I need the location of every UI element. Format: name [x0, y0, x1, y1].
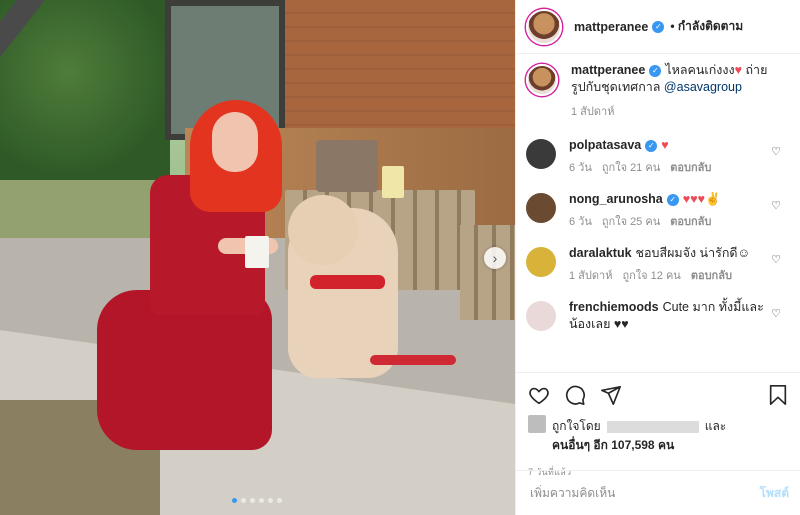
action-bar [528, 381, 789, 409]
comment-time[interactable]: 6 วัน [569, 162, 592, 174]
comment-username[interactable]: frenchiemoods [569, 300, 659, 314]
carousel-dot [259, 498, 264, 503]
heart-icon[interactable]: ♡ [771, 145, 781, 158]
avatar[interactable] [526, 8, 562, 45]
comment-likes[interactable]: ถูกใจ 12 คน [622, 270, 680, 282]
photo-dog-harness [310, 275, 385, 289]
post-header: mattperanee ✓ • กำลังติดตาม [516, 0, 800, 54]
avatar[interactable] [526, 139, 556, 169]
liker-avatar[interactable] [528, 415, 546, 433]
likes-summary: ถูกใจโดย และ คนอื่นๆ อีก 107,598 คน [528, 415, 789, 455]
comment-text-block: nong_arunosha ✓ ♥♥♥✌ 6 วัน ถูกใจ 25 คน ตอบกล… [569, 191, 769, 231]
comment-username[interactable]: polpatasava [569, 138, 641, 152]
photo-dog-leash [370, 355, 456, 365]
post-sidebar: mattperanee ✓ • กำลังติดตาม mattperanee ✓… [515, 0, 800, 515]
instagram-post-modal: › mattperanee ✓ • กำลังติดตาม mattperane… [0, 0, 800, 515]
verified-icon: ✓ [649, 64, 662, 77]
post-photo[interactable]: › [0, 0, 515, 515]
list-item: daralaktuk ชอบสีผมจัง น่ารักดี☺ 1 สัปดาห์… [516, 245, 800, 285]
share-icon[interactable] [600, 384, 622, 406]
caption-username[interactable]: mattperanee [571, 63, 645, 77]
reply-button[interactable]: ตอบกลับ [670, 216, 711, 228]
likes-text-block: ถูกใจโดย และ คนอื่นๆ อีก 107,598 คน [552, 417, 726, 455]
avatar[interactable] [526, 301, 556, 331]
avatar[interactable] [526, 193, 556, 223]
likes-suffix: และ [704, 419, 727, 433]
photo-drink-cup [382, 166, 404, 198]
post-button[interactable]: โพสต์ [760, 484, 789, 503]
carousel-dot [232, 498, 237, 503]
comment-text: ชอบสีผมจัง น่ารักดี☺ [635, 246, 751, 260]
comment-text-block: frenchiemoods Cute มาก ทั้งมี้และน้องเลย … [569, 299, 769, 333]
header-username[interactable]: mattperanee [574, 20, 648, 34]
heart-icon[interactable]: ♡ [771, 253, 781, 266]
comment-username[interactable]: nong_arunosha [569, 192, 663, 206]
caption-meta: 1 สัปดาห์ [571, 104, 771, 121]
following-label[interactable]: • กำลังติดตาม [670, 17, 743, 36]
verified-icon: ✓ [652, 20, 665, 33]
caption-text-block: mattperanee ✓ ไหลคนเก่งงง♥ ถ่ายรูปกับชุดเท… [571, 62, 771, 121]
verified-icon: ✓ [666, 193, 679, 206]
carousel-dot [241, 498, 246, 503]
liker-username-blurred[interactable] [606, 420, 699, 433]
action-section: ถูกใจโดย และ คนอื่นๆ อีก 107,598 คน 7 วัน… [516, 372, 800, 477]
heart-icon[interactable] [528, 384, 550, 406]
photo-woman-face [212, 112, 258, 172]
photo-pallet-bench [460, 225, 515, 320]
comment-icon[interactable] [564, 384, 586, 406]
reply-button[interactable]: ตอบกลับ [691, 270, 732, 282]
photo-trees [0, 0, 170, 180]
comment-meta: 1 สัปดาห์ ถูกใจ 12 คน ตอบกลับ [569, 268, 769, 285]
heart-icon[interactable]: ♡ [771, 199, 781, 212]
carousel-dot [268, 498, 273, 503]
caption-text: ไหลคนเก่งงง [665, 63, 735, 77]
comment-time[interactable]: 6 วัน [569, 216, 592, 228]
next-arrow-icon[interactable]: › [484, 247, 506, 269]
list-item: polpatasava ✓ ♥ 6 วัน ถูกใจ 21 คน ตอบกลับ ♡ [516, 137, 800, 177]
mention-link[interactable]: @asavagroup [664, 80, 742, 94]
caption-time[interactable]: 1 สัปดาห์ [571, 106, 614, 118]
photo-dog-head [288, 195, 358, 265]
list-item: frenchiemoods Cute มาก ทั้งมี้และน้องเลย … [516, 299, 800, 333]
avatar[interactable] [526, 64, 558, 96]
comment-rows: polpatasava ✓ ♥ 6 วัน ถูกใจ 21 คน ตอบกลับ ♡ … [516, 137, 800, 333]
reply-button[interactable]: ตอบกลับ [670, 162, 711, 174]
caption-row: mattperanee ✓ ไหลคนเก่งงง♥ ถ่ายรูปกับชุดเท… [516, 62, 800, 121]
comment-text: ♥ [661, 138, 669, 152]
comment-meta: 6 วัน ถูกใจ 21 คน ตอบกลับ [569, 160, 769, 177]
comment-text-block: polpatasava ✓ ♥ 6 วัน ถูกใจ 21 คน ตอบกลับ [569, 137, 769, 177]
verified-icon: ✓ [645, 139, 658, 152]
comment-likes[interactable]: ถูกใจ 21 คน [602, 162, 660, 174]
heart-emoji: ♥ [734, 63, 743, 77]
add-comment-bar: โพสต์ [516, 470, 800, 515]
heart-icon[interactable]: ♡ [771, 307, 781, 320]
bookmark-icon[interactable] [767, 384, 789, 406]
carousel-dot [277, 498, 282, 503]
likes-prefix: ถูกใจโดย [552, 419, 601, 433]
likes-others[interactable]: คนอื่นๆ อีก 107,598 คน [552, 438, 674, 452]
photo-coffee-cup [245, 236, 269, 268]
comment-meta: 6 วัน ถูกใจ 25 คน ตอบกลับ [569, 214, 769, 231]
photo-handbag [316, 140, 378, 192]
comment-text-block: daralaktuk ชอบสีผมจัง น่ารักดี☺ 1 สัปดาห์… [569, 245, 769, 285]
comment-likes[interactable]: ถูกใจ 25 คน [602, 216, 660, 228]
photo-brick-wall [280, 0, 515, 140]
comment-time[interactable]: 1 สัปดาห์ [569, 270, 612, 282]
comments-list[interactable]: mattperanee ✓ ไหลคนเก่งงง♥ ถ่ายรูปกับชุดเท… [516, 62, 800, 372]
avatar[interactable] [526, 247, 556, 277]
comment-input[interactable] [528, 485, 742, 501]
comment-username[interactable]: daralaktuk [569, 246, 632, 260]
carousel-dot [250, 498, 255, 503]
list-item: nong_arunosha ✓ ♥♥♥✌ 6 วัน ถูกใจ 25 คน ตอบกล… [516, 191, 800, 231]
comment-text: ♥♥♥✌ [682, 192, 721, 206]
carousel-dots [232, 498, 282, 503]
